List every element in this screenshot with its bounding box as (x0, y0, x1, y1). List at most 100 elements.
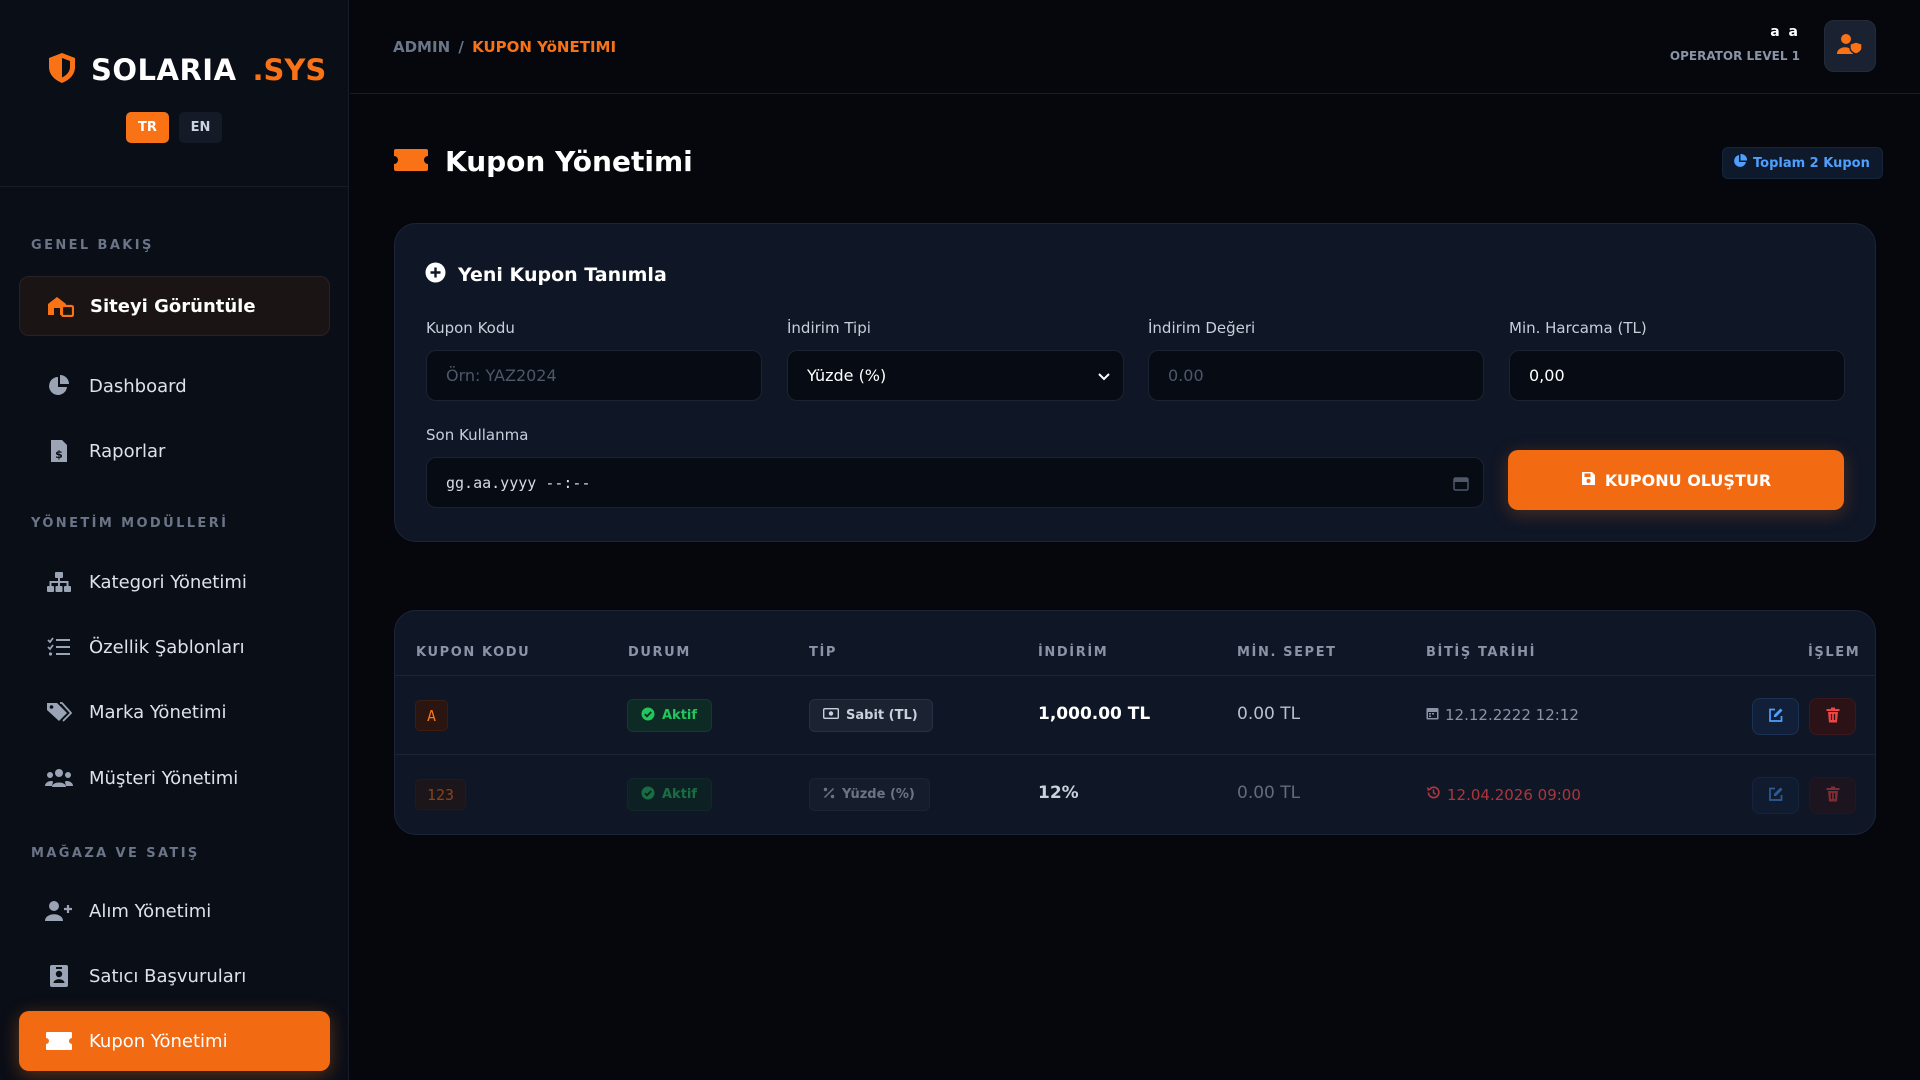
column-header-code: KUPON KODU (416, 645, 531, 660)
new-coupon-form: Yeni Kupon Tanımla Kupon Kodu Örn: YAZ20… (394, 223, 1876, 542)
sidebar-item-label: Müşteri Yönetimi (89, 767, 239, 789)
id-badge-icon (45, 964, 73, 988)
sidebar-item-seller-applications[interactable]: Satıcı Başvuruları (19, 946, 330, 1006)
save-icon (1581, 471, 1596, 490)
discount-type-label: İndirim Tipi (787, 319, 871, 337)
logo[interactable]: SOLARIA .SYS (47, 52, 326, 88)
expiry-placeholder: gg.aa.yyyy --:-- (446, 473, 591, 492)
invoice-icon: $ (45, 439, 73, 463)
form-header: Yeni Kupon Tanımla (425, 262, 667, 287)
page-title: Kupon Yönetimi (445, 145, 693, 178)
type-text: Sabit (TL) (846, 708, 918, 723)
column-header-discount: İNDİRİM (1038, 645, 1109, 660)
lang-tr-button[interactable]: TR (126, 112, 169, 143)
section-title-modules: YÖNETİM MODÜLLERİ (31, 516, 229, 531)
page-header: Kupon Yönetimi (393, 145, 693, 178)
expiry-date: 12.04.2026 09:00 (1426, 785, 1581, 804)
user-plus-icon (45, 899, 73, 923)
type-badge: Yüzde (%) (809, 778, 930, 811)
form-title: Yeni Kupon Tanımla (458, 263, 667, 286)
type-badge: Sabit (TL) (809, 699, 933, 732)
table-row: 123 Aktif Yüzde (%) 12% 0.00 TL 12.04.20… (395, 755, 1875, 833)
breadcrumb-separator: / (458, 38, 464, 56)
sidebar-item-label: Marka Yönetimi (89, 701, 227, 723)
expiry-text: 12.12.2222 12:12 (1445, 706, 1579, 724)
coupons-table: KUPON KODU DURUM TİP İNDİRİM MİN. SEPET … (394, 610, 1876, 835)
sidebar-item-dashboard[interactable]: Dashboard (19, 356, 330, 416)
user-role: OPERATOR LEVEL 1 (1669, 49, 1800, 63)
discount-value-input[interactable]: 0.00 (1148, 350, 1484, 401)
sidebar-item-label: Siteyi Görüntüle (90, 295, 256, 317)
delete-button[interactable] (1809, 698, 1856, 735)
breadcrumb-root[interactable]: ADMIN (393, 38, 450, 56)
sidebar-item-coupons[interactable]: Kupon Yönetimi (19, 1011, 330, 1071)
sidebar-item-reports[interactable]: $ Raporlar (19, 421, 330, 481)
user-info: a a OPERATOR LEVEL 1 (1670, 24, 1800, 63)
sidebar-item-label: Kategori Yönetimi (89, 571, 247, 593)
edit-button[interactable] (1752, 777, 1799, 814)
min-basket-value: 0.00 TL (1237, 783, 1301, 803)
pie-chart-icon (45, 374, 73, 398)
ticket-icon (393, 148, 429, 176)
sidebar-item-brands[interactable]: Marka Yönetimi (19, 682, 330, 742)
store-icon (46, 294, 74, 318)
sidebar: SOLARIA .SYS TR EN GENEL BAKIŞ Siteyi Gö… (0, 0, 349, 1080)
coupon-code-input[interactable]: Örn: YAZ2024 (426, 350, 762, 401)
sidebar-item-customers[interactable]: Müşteri Yönetimi (19, 748, 330, 808)
coupon-code-badge: 123 (415, 779, 467, 810)
coupon-code-placeholder: Örn: YAZ2024 (446, 366, 557, 385)
sidebar-item-purchases[interactable]: Alım Yönetimi (19, 881, 330, 941)
sidebar-item-categories[interactable]: Kategori Yönetimi (19, 552, 330, 612)
ticket-icon (45, 1029, 73, 1053)
user-menu-button[interactable] (1824, 20, 1876, 72)
type-text: Yüzde (%) (842, 787, 915, 802)
percent-icon (823, 787, 835, 803)
expiry-text: 12.04.2026 09:00 (1447, 785, 1581, 804)
min-spend-input[interactable]: 0,00 (1509, 350, 1845, 401)
lang-en-button[interactable]: EN (179, 112, 222, 143)
shield-icon (47, 52, 77, 88)
brand-suffix: .SYS (252, 53, 327, 87)
column-header-expiry: BİTİŞ TARİHİ (1426, 645, 1537, 660)
users-icon (45, 766, 73, 790)
min-basket-value: 0.00 TL (1237, 704, 1301, 724)
list-check-icon (45, 635, 73, 659)
chevron-down-icon (1097, 368, 1111, 387)
discount-value: 12% (1038, 783, 1079, 803)
create-coupon-button[interactable]: KUPONU OLUŞTUR (1508, 450, 1844, 510)
sitemap-icon (45, 570, 73, 594)
column-header-actions: İŞLEM (1808, 645, 1861, 660)
edit-button[interactable] (1752, 698, 1799, 735)
check-circle-icon (641, 707, 655, 725)
discount-value-placeholder: 0.00 (1168, 366, 1204, 385)
min-spend-value: 0,00 (1529, 366, 1565, 385)
trash-icon (1826, 707, 1840, 727)
expiry-datetime-input[interactable]: gg.aa.yyyy --:-- (426, 457, 1484, 508)
brand-name: SOLARIA (91, 53, 237, 87)
discount-type-select[interactable]: Yüzde (%) (787, 350, 1124, 401)
sidebar-item-view-site[interactable]: Siteyi Görüntüle (19, 276, 330, 336)
status-text: Aktif (662, 787, 698, 802)
user-name: a a (1770, 24, 1800, 40)
status-badge: Aktif (627, 778, 713, 811)
sidebar-item-label: Raporlar (89, 440, 166, 462)
edit-icon (1768, 707, 1784, 727)
delete-button[interactable] (1809, 777, 1856, 814)
calendar-icon[interactable] (1453, 475, 1469, 495)
column-header-min-basket: MİN. SEPET (1237, 645, 1337, 660)
breadcrumb: ADMIN / KUPON YöNETIMI (393, 38, 616, 56)
expiry-date: 12.12.2222 12:12 (1426, 706, 1579, 724)
discount-value: 1,000.00 TL (1038, 704, 1151, 724)
coupon-code-label: Kupon Kodu (426, 319, 515, 337)
plus-circle-icon (425, 262, 446, 287)
sidebar-item-label: Satıcı Başvuruları (89, 965, 247, 987)
history-icon (1426, 785, 1441, 804)
table-row: A Aktif Sabit (TL) 1,000.00 TL 0.00 TL 1… (395, 676, 1875, 754)
sidebar-item-label: Kupon Yönetimi (89, 1030, 228, 1052)
breadcrumb-current: KUPON YöNETIMI (472, 38, 617, 56)
language-switcher: TR EN (126, 112, 222, 143)
status-text: Aktif (662, 708, 698, 723)
expiry-label: Son Kullanma (426, 426, 529, 444)
user-shield-icon (1837, 33, 1863, 59)
sidebar-item-attribute-templates[interactable]: Özellik Şablonları (19, 617, 330, 677)
